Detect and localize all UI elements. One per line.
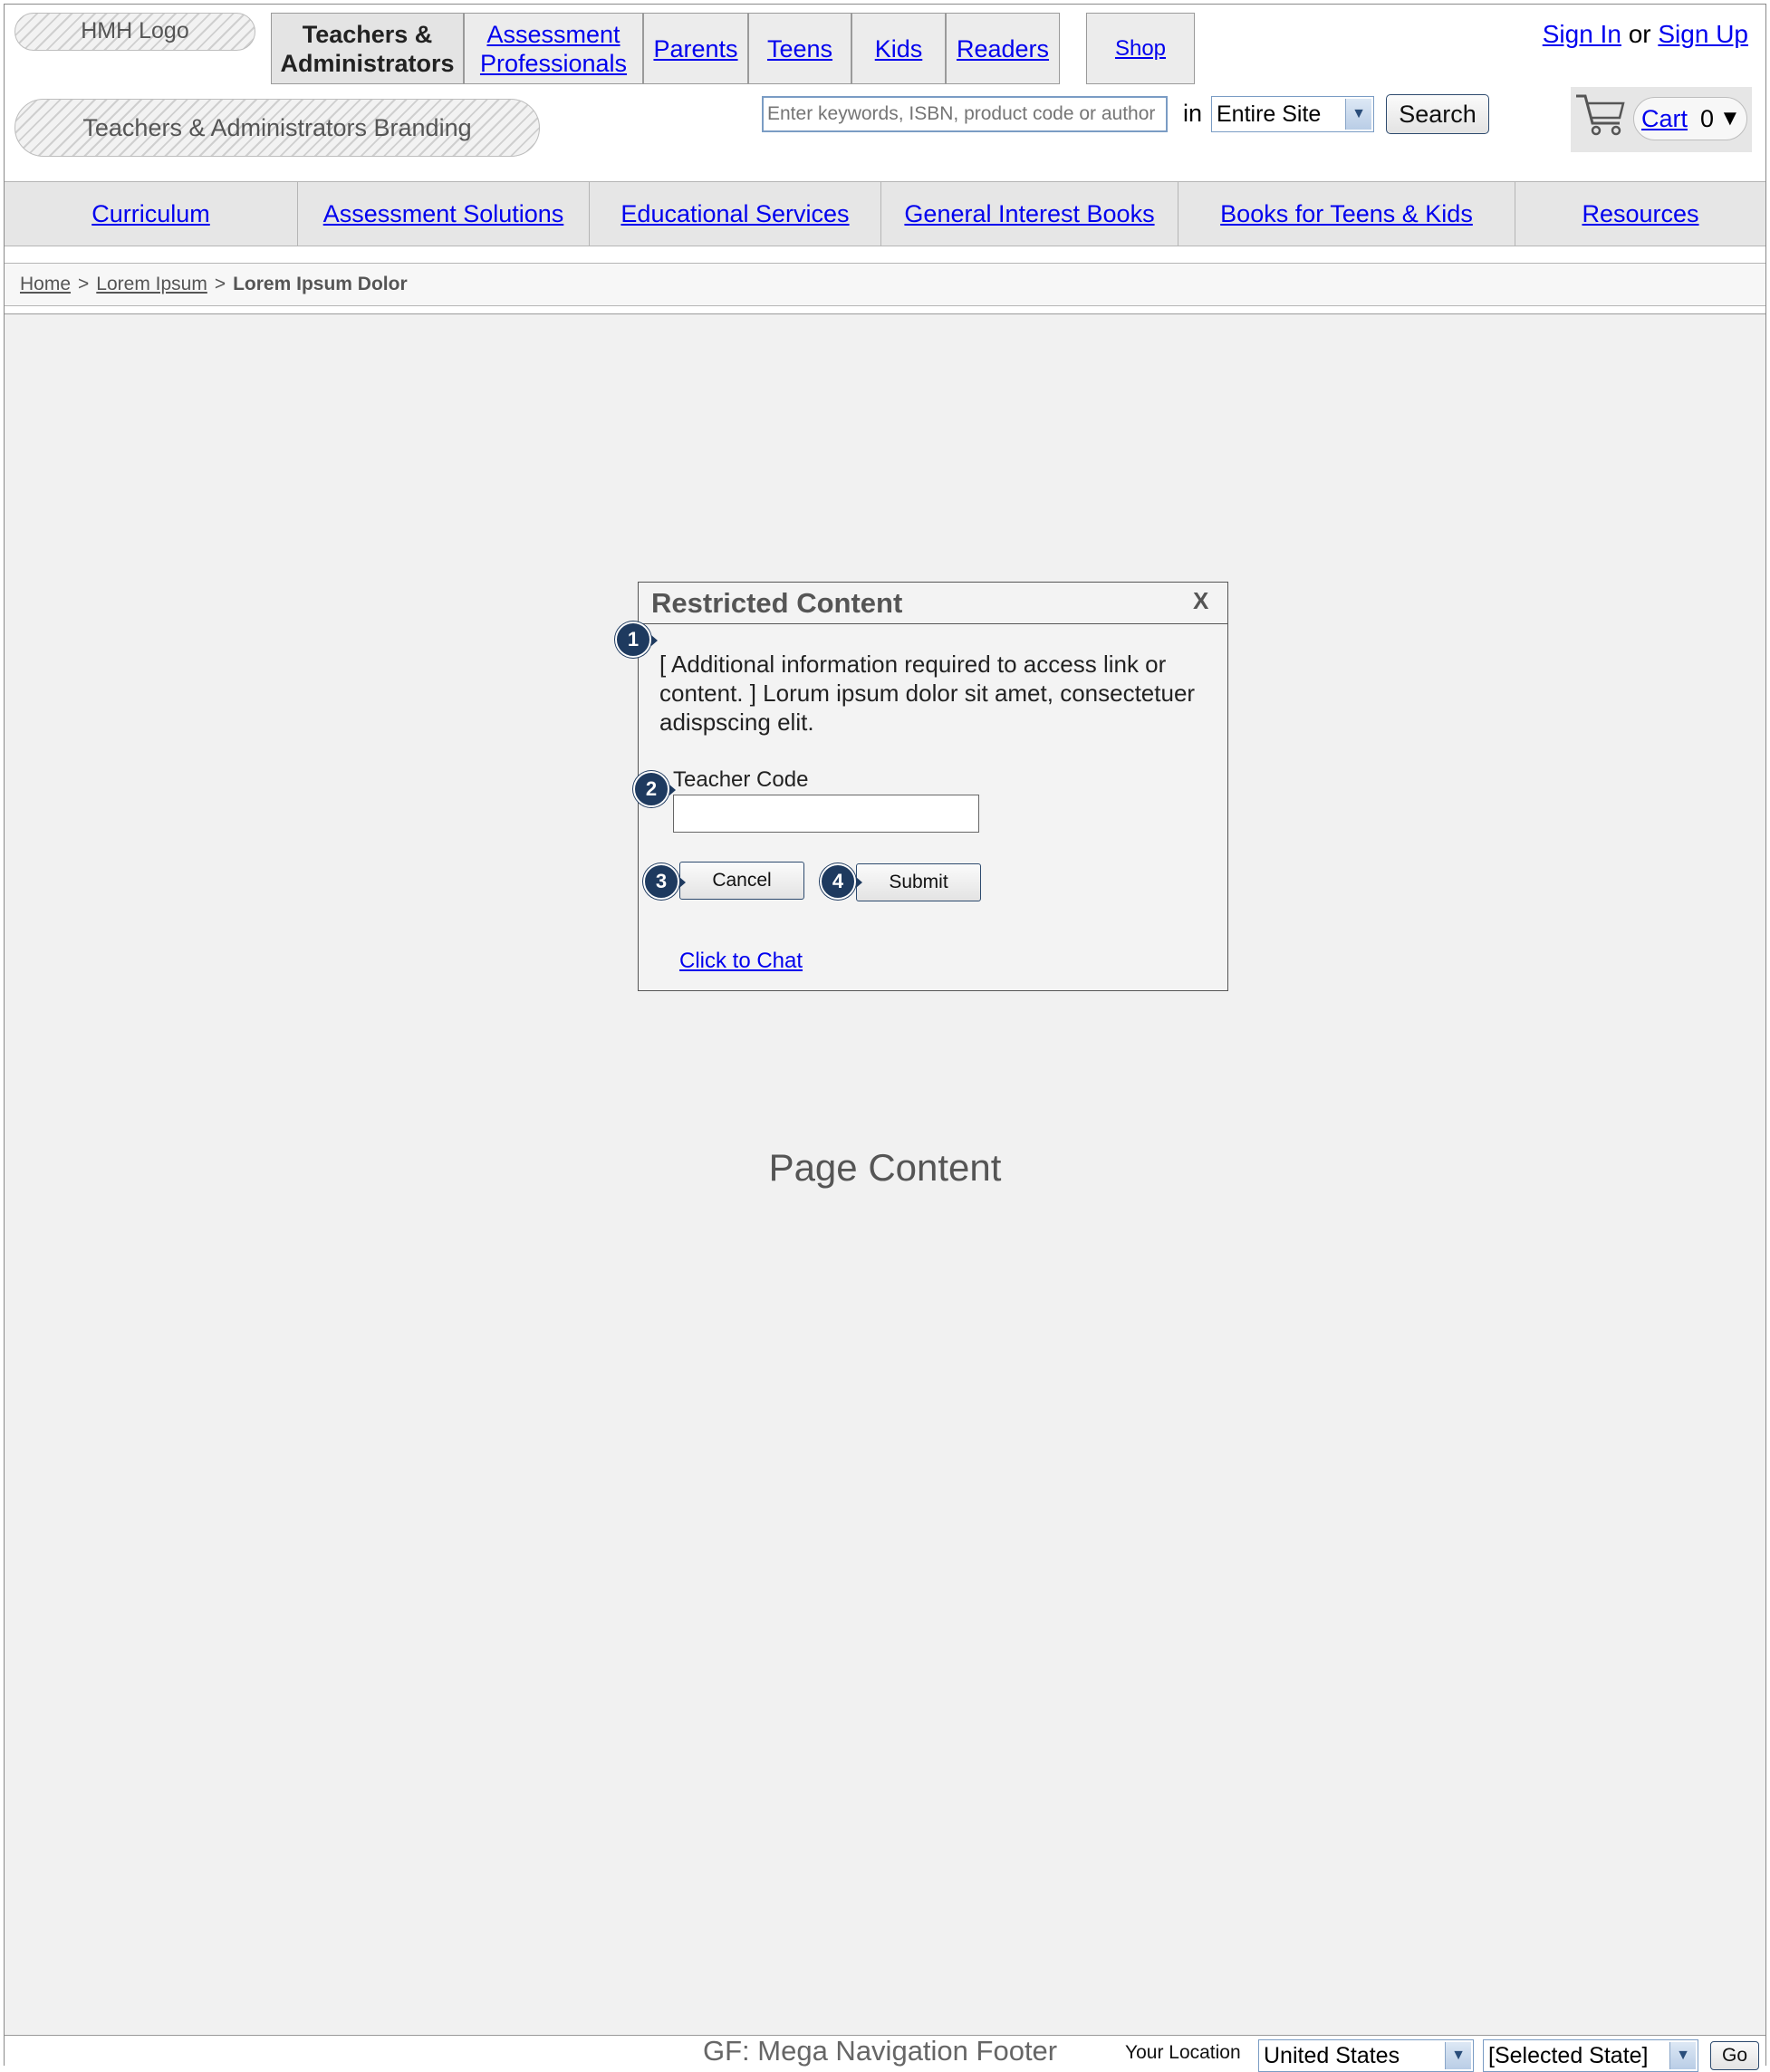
tab-kids[interactable]: Kids (851, 13, 946, 84)
footer-title: GF: Mega Navigation Footer (703, 2035, 1058, 2067)
search-in-label: in (1183, 100, 1203, 127)
search-scope-value: Entire Site (1217, 101, 1322, 127)
nav-link[interactable]: Resources (1582, 200, 1698, 228)
nav-link[interactable]: Books for Teens & Kids (1220, 200, 1473, 228)
nav-books-teens-kids[interactable]: Books for Teens & Kids (1178, 181, 1515, 246)
tab-label-line2: Administrators (280, 49, 455, 77)
dialog-title: Restricted Content (651, 587, 903, 619)
cart-dropdown-icon[interactable]: ▼ (1719, 106, 1741, 131)
tab-shop[interactable]: Shop (1086, 13, 1195, 84)
cart-icon[interactable] (1574, 91, 1627, 138)
page-content-placeholder: Page Content (768, 1146, 1002, 1189)
state-value: [Selected State] (1488, 2042, 1649, 2068)
sign-in-link[interactable]: Sign In (1543, 20, 1621, 48)
nav-general-interest-books[interactable]: General Interest Books (881, 181, 1178, 246)
nav-link[interactable]: General Interest Books (904, 200, 1154, 228)
nav-assessment-solutions[interactable]: Assessment Solutions (298, 181, 590, 246)
search-button[interactable]: Search (1386, 94, 1489, 134)
annotation-badge-1: 1 (615, 622, 658, 658)
sign-up-link[interactable]: Sign Up (1658, 20, 1748, 48)
shop-link[interactable]: Shop (1115, 34, 1166, 63)
state-select[interactable]: [Selected State] ▼ (1483, 2039, 1698, 2072)
breadcrumb-separator: > (214, 274, 226, 294)
cart-pill[interactable]: Cart 0 ▼ (1633, 97, 1747, 140)
teacher-code-label: Teacher Code (673, 767, 809, 792)
annotation-badge-4: 4 (820, 863, 862, 900)
nav-educational-services[interactable]: Educational Services (590, 181, 881, 246)
tab-assessment-professionals[interactable]: Assessment Professionals (464, 13, 643, 84)
tab-teens-link[interactable]: Teens (767, 34, 832, 63)
annotation-badge-2: 2 (633, 771, 676, 807)
tab-teens[interactable]: Teens (748, 13, 851, 84)
cancel-button[interactable]: Cancel (679, 862, 804, 900)
annotation-badge-3: 3 (643, 863, 686, 900)
tab-readers-link[interactable]: Readers (957, 34, 1049, 63)
country-value: United States (1264, 2042, 1400, 2068)
breadcrumb-current: Lorem Ipsum Dolor (233, 274, 408, 294)
nav-resources[interactable]: Resources (1515, 181, 1765, 246)
search-input[interactable] (762, 96, 1168, 132)
location-label: Your Location (1125, 2042, 1241, 2063)
cart-link[interactable]: Cart (1641, 105, 1688, 133)
click-to-chat-link[interactable]: Click to Chat (679, 949, 803, 974)
nav-link[interactable]: Educational Services (620, 200, 849, 228)
or-text: or (1628, 20, 1651, 48)
nav-link[interactable]: Curriculum (91, 200, 210, 228)
breadcrumb-home[interactable]: Home (20, 274, 71, 295)
breadcrumb-separator: > (78, 274, 90, 294)
cart-count: 0 (1700, 104, 1715, 132)
tab-label-line1: Teachers & (302, 20, 433, 48)
restricted-content-dialog: Restricted Content X [ Additional inform… (638, 582, 1228, 991)
tab-label-line2: Professionals (479, 49, 628, 77)
tab-parents-link[interactable]: Parents (653, 34, 737, 63)
breadcrumb: Home > Lorem Ipsum > Lorem Ipsum Dolor (5, 263, 1765, 306)
tab-assessment-link[interactable]: Assessment Professionals (480, 20, 627, 78)
account-links: Sign In or Sign Up (1540, 20, 1748, 56)
breadcrumb-level1[interactable]: Lorem Ipsum (96, 274, 207, 295)
tab-kids-link[interactable]: Kids (875, 34, 923, 63)
country-select[interactable]: United States ▼ (1258, 2039, 1474, 2072)
close-icon[interactable]: X (1193, 587, 1208, 615)
tab-parents[interactable]: Parents (643, 13, 748, 84)
go-button[interactable]: Go (1710, 2041, 1759, 2070)
branding-banner: Teachers & Administrators Branding (14, 99, 540, 157)
tab-teachers-administrators[interactable]: Teachers & Administrators (271, 13, 464, 84)
hmh-logo[interactable]: HMH Logo (14, 13, 255, 51)
search-scope-select[interactable]: Entire Site ▼ (1211, 96, 1374, 132)
chevron-down-icon: ▼ (1345, 99, 1371, 130)
teacher-code-input[interactable] (673, 795, 979, 833)
submit-button[interactable]: Submit (856, 863, 981, 901)
nav-link[interactable]: Assessment Solutions (323, 200, 564, 228)
nav-curriculum[interactable]: Curriculum (5, 181, 298, 246)
tab-readers[interactable]: Readers (946, 13, 1060, 84)
dialog-message: [ Additional information required to acc… (659, 651, 1196, 736)
tab-label-line1: Assessment (486, 20, 620, 48)
